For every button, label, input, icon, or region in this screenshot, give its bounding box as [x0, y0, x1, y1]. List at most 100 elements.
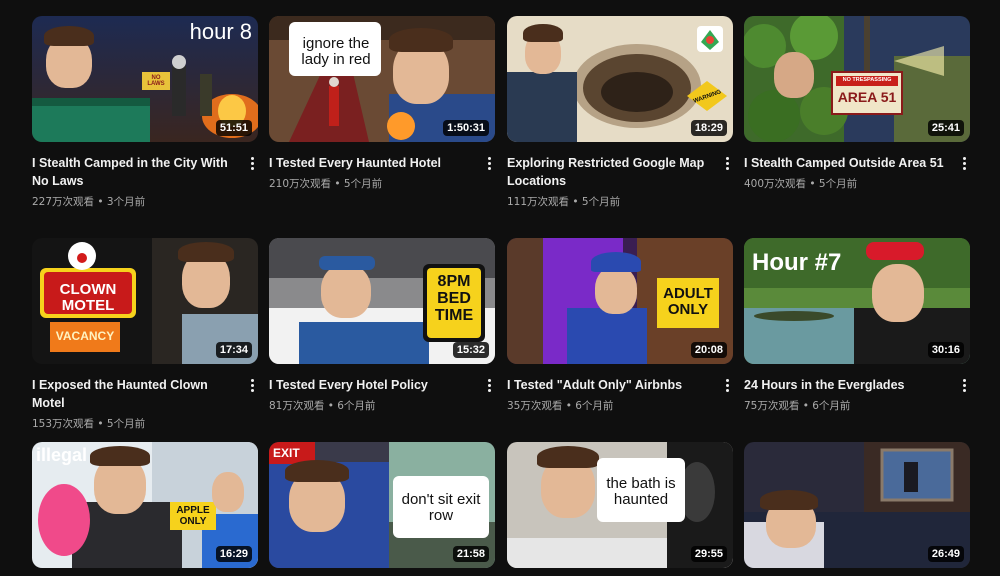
video-title[interactable]: I Exposed the Haunted Clown Motel: [32, 376, 238, 412]
thumbnail-overlay-text: Hour #7: [752, 249, 842, 276]
thumbnail-overlay-text: ignore the lady in red: [301, 35, 371, 68]
more-options-icon[interactable]: [958, 376, 970, 394]
video-title[interactable]: I Tested Every Haunted Hotel: [269, 154, 475, 172]
more-options-icon[interactable]: [246, 376, 258, 394]
duration-badge: 51:51: [215, 120, 252, 136]
video-thumbnail[interactable]: illegal APPLE ONLY 16:29: [32, 442, 258, 568]
more-options-icon[interactable]: [721, 154, 733, 172]
sign-text: APPLE ONLY: [176, 505, 210, 527]
video-card[interactable]: EXIT don't sit exit row 21:58: [269, 442, 495, 568]
video-thumbnail[interactable]: WARNING 18:29: [507, 16, 733, 142]
duration-badge: 17:34: [215, 342, 252, 358]
duration-badge: 1:50:31: [443, 120, 489, 136]
video-meta: I Tested "Adult Only" Airbnbs 35万次观看 • 6…: [507, 376, 733, 413]
google-maps-icon: [697, 26, 723, 52]
creator-hair: [537, 446, 599, 468]
thumbnail-overlay-text: the bath is haunted: [606, 475, 676, 508]
duration-badge: 21:58: [452, 546, 489, 562]
video-meta: I Tested Every Haunted Hotel 210万次观看 • 5…: [269, 154, 495, 191]
creator-hair: [44, 26, 94, 46]
thumbnail-overlay-text: hour 8: [189, 19, 252, 44]
video-stats: 153万次观看 • 5个月前: [32, 418, 146, 430]
creator-hair: [285, 460, 349, 482]
video-meta: I Exposed the Haunted Clown Motel 153万次观…: [32, 376, 258, 431]
video-stats: 35万次观看 • 6个月前: [507, 400, 614, 412]
sign-text: NO TRESPASSING: [842, 77, 892, 83]
video-card[interactable]: hour 8 NO LAWS 51:51 I Stealth Camped in…: [32, 16, 258, 209]
video-stats: 400万次观看 • 5个月前: [744, 178, 858, 190]
video-meta: I Stealth Camped in the City With No Law…: [32, 154, 258, 209]
video-card[interactable]: NO TRESPASSING AREA 51 25:41 I Stealth C…: [744, 16, 970, 191]
video-title[interactable]: 24 Hours in the Everglades: [744, 376, 950, 394]
video-meta: 24 Hours in the Everglades 75万次观看 • 6个月前: [744, 376, 970, 413]
video-thumbnail[interactable]: Hour #7 30:16: [744, 238, 970, 364]
video-title[interactable]: I Stealth Camped in the City With No Law…: [32, 154, 238, 190]
thumbnail-overlay-text: AREA 51: [837, 89, 897, 105]
sleep-mask: [319, 256, 375, 270]
video-title[interactable]: I Tested "Adult Only" Airbnbs: [507, 376, 713, 394]
video-card[interactable]: CLOWN MOTEL VACANCY 17:34 I Exposed the …: [32, 238, 258, 431]
goggles: [866, 242, 924, 260]
more-options-icon[interactable]: [483, 154, 495, 172]
video-card[interactable]: WARNING 18:29 Exploring Restricted Googl…: [507, 16, 733, 209]
cap: [591, 252, 641, 272]
duration-badge: 15:32: [452, 342, 489, 358]
video-stats: 227万次观看 • 3个月前: [32, 196, 146, 208]
video-thumbnail[interactable]: hour 8 NO LAWS 51:51: [32, 16, 258, 142]
video-title[interactable]: I Tested Every Hotel Policy: [269, 376, 475, 394]
thumbnail-overlay-text: ADULT ONLY: [663, 285, 713, 318]
video-thumbnail[interactable]: ignore the lady in red 1:50:31: [269, 16, 495, 142]
creator-hair: [178, 242, 234, 262]
more-options-icon[interactable]: [721, 376, 733, 394]
more-options-icon[interactable]: [958, 154, 970, 172]
video-thumbnail[interactable]: CLOWN MOTEL VACANCY 17:34: [32, 238, 258, 364]
more-options-icon[interactable]: [483, 376, 495, 394]
video-card[interactable]: the bath is haunted 29:55: [507, 442, 733, 568]
creator-hair: [523, 24, 563, 42]
video-thumbnail[interactable]: 26:49: [744, 442, 970, 568]
video-thumbnail[interactable]: EXIT don't sit exit row 21:58: [269, 442, 495, 568]
video-stats: 210万次观看 • 5个月前: [269, 178, 383, 190]
video-card[interactable]: illegal APPLE ONLY 16:29: [32, 442, 258, 568]
thumbnail-overlay-text: 8PM BED TIME: [434, 273, 474, 324]
video-meta: Exploring Restricted Google Map Location…: [507, 154, 733, 209]
creator-face: [595, 266, 637, 314]
duration-badge: 30:16: [927, 342, 964, 358]
video-title[interactable]: Exploring Restricted Google Map Location…: [507, 154, 713, 190]
video-stats: 111万次观看 • 5个月前: [507, 196, 621, 208]
sign-text: VACANCY: [55, 329, 115, 343]
duration-badge: 29:55: [690, 546, 727, 562]
video-card[interactable]: 26:49: [744, 442, 970, 568]
creator-hair: [90, 446, 150, 466]
video-thumbnail[interactable]: ADULT ONLY 20:08: [507, 238, 733, 364]
thumbnail-overlay-text: illegal: [36, 445, 88, 465]
creator-face: [774, 52, 814, 98]
duration-badge: 16:29: [215, 546, 252, 562]
video-thumbnail[interactable]: NO TRESPASSING AREA 51 25:41: [744, 16, 970, 142]
video-card[interactable]: ADULT ONLY 20:08 I Tested "Adult Only" A…: [507, 238, 733, 413]
video-title[interactable]: I Stealth Camped Outside Area 51: [744, 154, 950, 172]
video-meta: I Tested Every Hotel Policy 81万次观看 • 6个月…: [269, 376, 495, 413]
thumbnail-overlay-text: CLOWN MOTEL: [59, 281, 117, 314]
video-card[interactable]: ignore the lady in red 1:50:31 I Tested …: [269, 16, 495, 191]
duration-badge: 20:08: [690, 342, 727, 358]
video-thumbnail[interactable]: 8PM BED TIME 15:32: [269, 238, 495, 364]
video-thumbnail[interactable]: the bath is haunted 29:55: [507, 442, 733, 568]
thumbnail-overlay-text: don't sit exit row: [401, 491, 481, 524]
creator-face: [321, 264, 371, 318]
more-options-icon[interactable]: [246, 154, 258, 172]
sign-text: NO LAWS: [147, 75, 165, 88]
video-meta: I Stealth Camped Outside Area 51 400万次观看…: [744, 154, 970, 191]
duration-badge: 25:41: [927, 120, 964, 136]
exit-sign-text: EXIT: [273, 446, 300, 460]
video-grid: hour 8 NO LAWS 51:51 I Stealth Camped in…: [0, 0, 1000, 576]
duration-badge: 18:29: [690, 120, 727, 136]
video-stats: 81万次观看 • 6个月前: [269, 400, 376, 412]
creator-hair: [389, 28, 453, 52]
duration-badge: 26:49: [927, 546, 964, 562]
creator-face: [872, 264, 924, 322]
video-card[interactable]: Hour #7 30:16 24 Hours in the Everglades…: [744, 238, 970, 413]
video-card[interactable]: 8PM BED TIME 15:32 I Tested Every Hotel …: [269, 238, 495, 413]
person-face: [212, 472, 244, 512]
video-stats: 75万次观看 • 6个月前: [744, 400, 851, 412]
